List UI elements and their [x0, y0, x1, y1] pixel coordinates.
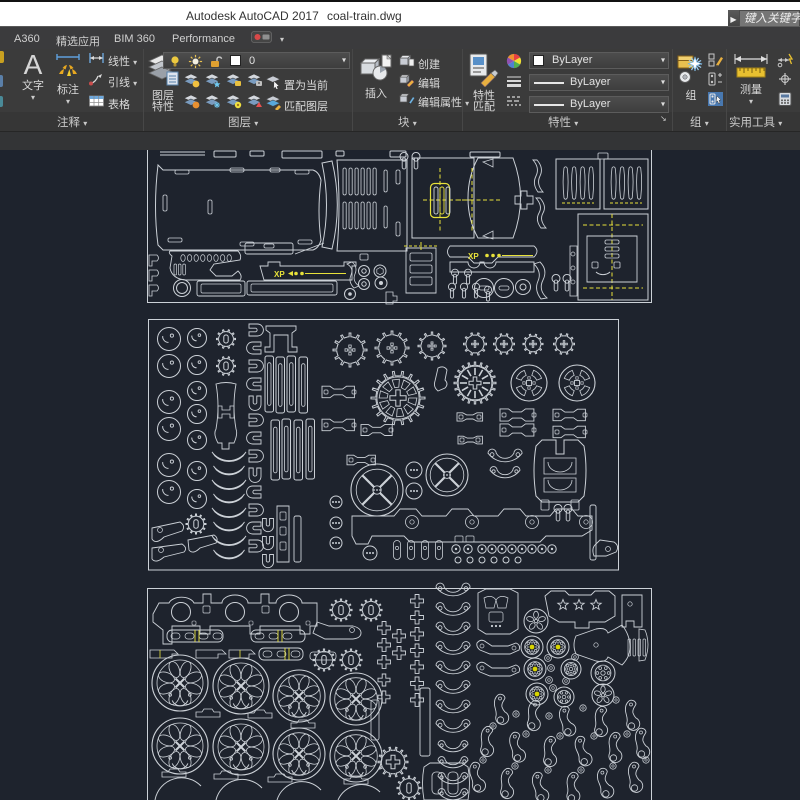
svg-text:XP: XP — [274, 270, 285, 279]
svg-text:XP: XP — [468, 252, 479, 261]
